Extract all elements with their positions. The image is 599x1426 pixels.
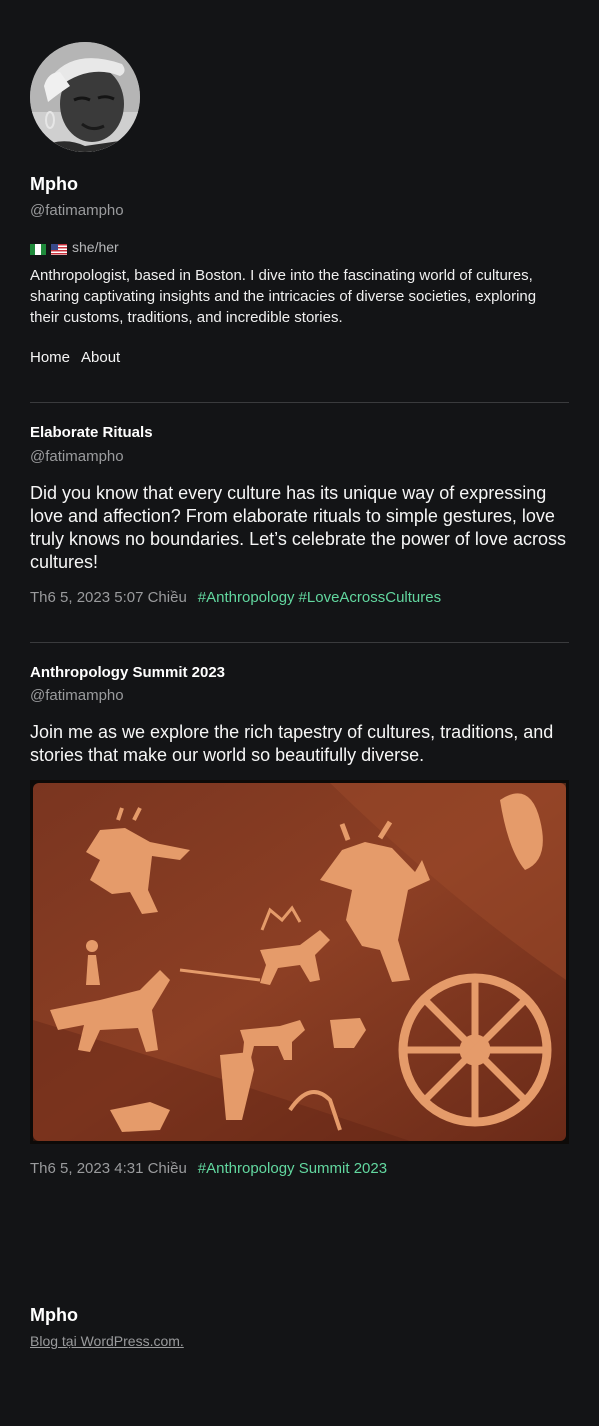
tag-link[interactable]: #Anthropology <box>198 589 295 606</box>
us-flag-icon <box>51 242 67 255</box>
divider <box>30 642 569 643</box>
site-name[interactable]: Mpho <box>30 174 78 195</box>
post-meta: Th6 5, 2023 5:07 Chiều #Anthropology #Lo… <box>30 589 441 606</box>
main-nav: Home About <box>30 349 120 366</box>
pronouns-row: she/her <box>30 239 119 255</box>
nav-home-link[interactable]: Home <box>30 349 70 366</box>
avatar[interactable] <box>30 42 140 152</box>
post-meta: Th6 5, 2023 4:31 Chiều #Anthropology Sum… <box>30 1160 387 1177</box>
post-text: Did you know that every culture has its … <box>30 483 566 572</box>
post-image-petroglyphs[interactable] <box>30 780 569 1144</box>
post-handle[interactable]: @fatimampho <box>30 687 124 704</box>
post-handle[interactable]: @fatimampho <box>30 448 124 465</box>
nigeria-flag-icon <box>30 242 46 255</box>
pronouns-text: she/her <box>72 239 119 255</box>
profile-bio: Anthropologist, based in Boston. I dive … <box>30 267 537 326</box>
post-date[interactable]: Th6 5, 2023 4:31 Chiều <box>30 1160 187 1177</box>
nav-about-link[interactable]: About <box>81 349 120 366</box>
profile-handle: @fatimampho <box>30 202 124 219</box>
post-title[interactable]: Elaborate Rituals <box>30 424 153 441</box>
post-tags: #Anthropology Summit 2023 <box>198 1160 387 1177</box>
footer-wordpress-link[interactable]: Blog tại WordPress.com. <box>30 1333 184 1349</box>
tag-link[interactable]: #Anthropology Summit 2023 <box>198 1160 387 1177</box>
footer-site-name[interactable]: Mpho <box>30 1305 78 1326</box>
post-text: Join me as we explore the rich tapestry … <box>30 722 554 765</box>
post-tags: #Anthropology #LoveAcrossCultures <box>198 589 441 606</box>
post-title[interactable]: Anthropology Summit 2023 <box>30 664 225 681</box>
divider <box>30 402 569 403</box>
tag-link[interactable]: #LoveAcrossCultures <box>299 589 442 606</box>
post-date[interactable]: Th6 5, 2023 5:07 Chiều <box>30 589 187 606</box>
